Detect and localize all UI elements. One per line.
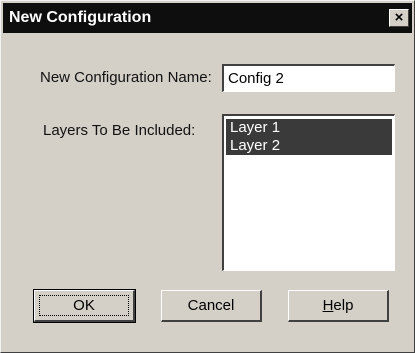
ok-button[interactable]: OK <box>33 289 136 323</box>
config-name-label: New Configuration Name: <box>40 69 212 86</box>
layers-label: Layers To Be Included: <box>43 122 196 139</box>
help-button[interactable]: Help <box>288 290 389 322</box>
window-title: New Configuration <box>9 9 152 26</box>
close-button[interactable]: × <box>389 9 409 27</box>
new-configuration-dialog: New Configuration × New Configuration Na… <box>0 0 415 353</box>
layers-listbox[interactable]: Layer 1 Layer 2 <box>222 114 395 271</box>
config-name-input[interactable] <box>222 64 395 92</box>
title-bar[interactable]: New Configuration × <box>3 3 412 33</box>
help-label-rest: elp <box>333 296 354 314</box>
layer-list-item[interactable]: Layer 1 <box>226 119 392 137</box>
close-icon: × <box>394 9 404 26</box>
cancel-button[interactable]: Cancel <box>161 290 262 322</box>
ok-button-label: OK <box>39 295 129 316</box>
layer-list-item[interactable]: Layer 2 <box>226 137 392 155</box>
help-mnemonic: H <box>322 296 334 314</box>
